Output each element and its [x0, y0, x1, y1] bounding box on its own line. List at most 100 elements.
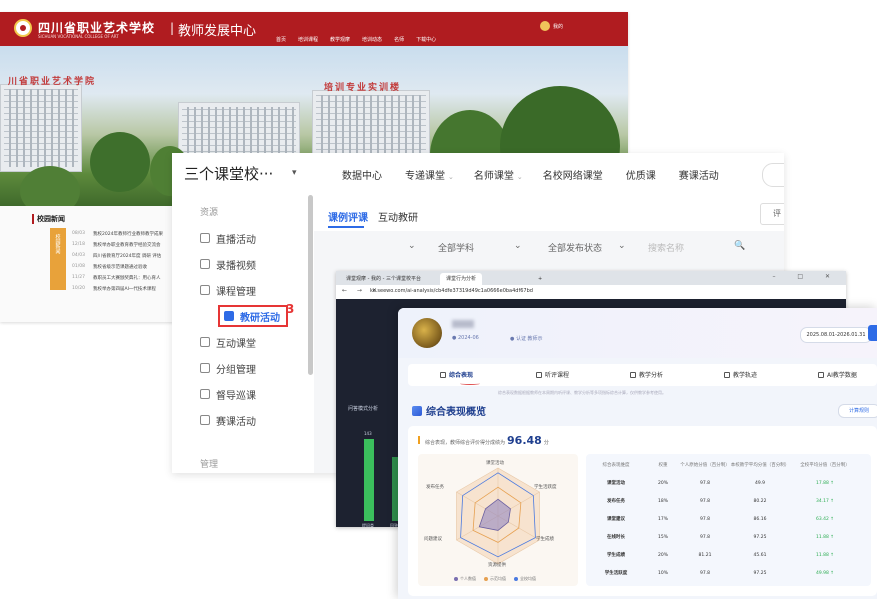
browser-tab-active[interactable]: 课堂行为分析 [440, 273, 483, 285]
table-cell: 课堂活动 [607, 481, 625, 486]
chevron-down-icon[interactable]: ⌄ [618, 241, 626, 251]
tab-label: 听评课程 [545, 372, 570, 379]
sidebar-item-live[interactable]: 直播活动 [200, 229, 256, 247]
date-range-picker[interactable]: 2025.08.01-2026.01.31 [800, 327, 872, 343]
tab-ai-data[interactable]: AI教学数据 [818, 370, 857, 379]
news-text: 我校举办第四届AI一代技术课程 [93, 286, 156, 292]
platform-nav-item[interactable]: 名校网络课堂 [543, 167, 606, 182]
table-cell: 49.9 [754, 480, 766, 486]
platform-nav-item[interactable]: 名师课堂 ⌄ [474, 167, 523, 182]
sidebar-item-interactive[interactable]: 互动课堂 [200, 333, 256, 351]
address-bar: ← → ✕ ke.seewo.com/ai-analysis/cb4dfe373… [336, 285, 846, 300]
table-header-cell: 综合表现维度 [602, 463, 630, 468]
news-item[interactable]: 11/27 教职员工大赛颁奖典礼：用心育人 [72, 272, 182, 283]
news-date: 04/03 [72, 253, 85, 258]
site-nav-item[interactable]: 培训动态 [362, 36, 382, 43]
tab-lesson-review[interactable]: 课例评课 [328, 209, 368, 224]
school-logo-icon[interactable] [14, 19, 32, 37]
tab-overall[interactable]: 综合表现 [440, 370, 473, 379]
evaluate-button[interactable]: 评 [760, 203, 784, 225]
video-icon [200, 259, 210, 269]
section-title-text: 综合表现概览 [426, 407, 486, 418]
site-nav-item[interactable]: 首页 [276, 36, 286, 43]
tab-interactive-research[interactable]: 互动教研 [378, 209, 418, 224]
chevron-down-icon[interactable]: ⌄ [408, 241, 416, 251]
site-nav-item[interactable]: 名师 [394, 36, 404, 43]
news-text: 我校举办职业教育教学经验交流会 [93, 242, 161, 248]
teacher-name-blurred [452, 320, 474, 328]
sidebar-scrollbar[interactable] [308, 195, 313, 375]
window-controls[interactable]: – □ ✕ [772, 273, 840, 280]
table-cell: 97.8 [699, 480, 711, 486]
table-cell: 86.16 [753, 516, 767, 522]
news-date: 11/27 [72, 275, 85, 280]
url-field[interactable]: ke.seewo.com/ai-analysis/cb4dfe37319d49c… [370, 288, 533, 294]
track-icon [724, 371, 730, 378]
legend-item[interactable]: 个人数值 [454, 576, 476, 582]
table-cell: 97.25 [753, 534, 767, 540]
chart-title: 问答模式分析 [348, 406, 379, 412]
platform-nav-item[interactable]: 专递课堂 ⌄ [405, 167, 454, 182]
calc-rule-button[interactable]: 计算规则 [838, 404, 877, 418]
new-tab-icon[interactable]: + [532, 273, 548, 285]
platform-nav-item[interactable]: 赛课活动 [679, 167, 722, 182]
news-text: 我校2024年教师行业教师教学成果 [93, 231, 163, 237]
platform-nav-item[interactable]: 优质课 [626, 167, 659, 182]
news-item[interactable]: 10/20 我校举办第四届AI一代技术课程 [72, 283, 182, 294]
news-item[interactable]: 12/18 我校举办职业教育教学经验交流会 [72, 239, 182, 250]
platform-nav: 数据中心 专递课堂 ⌄ 名师课堂 ⌄ 名校网络课堂 优质课 赛课活动 [342, 167, 722, 182]
search-input[interactable]: 搜索名称 [648, 241, 684, 254]
news-image-label: 校园新闻 [54, 234, 61, 254]
news-text: 我校省级示范课题通过验收 [93, 264, 147, 270]
site-center-name: 教师发展中心 [178, 24, 257, 39]
filter-bar: ⌄ 全部学科 ⌄ 全部发布状态 ⌄ 搜索名称 🔍 [314, 231, 784, 261]
sidebar-item-research[interactable]: 教研活动 [218, 305, 288, 327]
site-nav-item[interactable]: 教学观摩 [330, 36, 350, 43]
chevron-down-icon[interactable]: ⌄ [514, 241, 522, 251]
site-nav-item[interactable]: 培训课程 [298, 36, 318, 43]
radar-axis-label: 资源提供 [488, 563, 506, 568]
tab-analysis[interactable]: 教学分析 [630, 370, 663, 379]
legend-item[interactable]: 全校均值 [514, 576, 536, 582]
search-icon[interactable]: 🔍 [734, 241, 745, 251]
table-header-cell: 全校平均分值（百分制） [800, 463, 850, 468]
platform-nav-item[interactable]: 数据中心 [342, 167, 385, 182]
active-tab-indicator [460, 382, 480, 385]
sidebar-item-course[interactable]: 课程管理 [200, 281, 256, 299]
platform-name[interactable]: 三个课堂校··· [184, 163, 273, 184]
chevron-down-icon[interactable]: ▾ [292, 168, 297, 178]
legend-label: 个人数值 [460, 576, 476, 581]
date-confirm-button[interactable] [868, 325, 877, 341]
score-line: 综合表现，教师综合评价得分成绩为 96.48 分 [418, 434, 549, 447]
report-tabs: 综合表现 听评课程 教学分析 教学轨迹 AI教学数据 [408, 364, 877, 386]
sidebar-item-label: 赛课活动 [216, 416, 256, 428]
sidebar-item-recorded[interactable]: 录播视频 [200, 255, 256, 273]
table-cell: 45.61 [753, 552, 767, 558]
sidebar-item-groups[interactable]: 分组管理 [200, 359, 256, 377]
sidebar-item-label: 录播视频 [216, 260, 256, 272]
sidebar-item-patrol[interactable]: 督导巡课 [200, 385, 256, 403]
subject-filter[interactable]: 全部学科 [438, 241, 474, 254]
site-nav-item[interactable]: 下载中心 [416, 36, 436, 43]
browser-tab[interactable]: 课堂观摩 - 我的 - 三个课堂校平台 [340, 273, 427, 285]
news-item[interactable]: 04/03 四川省教育厅2024年度 调研 评估 [72, 250, 182, 261]
news-text: 四川省教育厅2024年度 调研 评估 [93, 253, 162, 259]
table-cell: 10% [657, 570, 668, 576]
news-feature-image[interactable]: 校园新闻 [50, 228, 66, 290]
radar-axis-label: 发布任务 [426, 485, 444, 490]
news-item[interactable]: 01/08 我校省级示范课题通过验收 [72, 261, 182, 272]
site-user-menu[interactable]: 我的 [540, 21, 563, 31]
status-filter[interactable]: 全部发布状态 [548, 241, 602, 254]
table-cell: 课堂建议 [607, 517, 625, 522]
research-icon [224, 311, 234, 321]
table-header-cell: 本校教学平均分值（百分制） [730, 463, 790, 468]
tab-lessons[interactable]: 听评课程 [536, 370, 569, 379]
news-item[interactable]: 08/03 我校2024年教师行业教师教学成果 [72, 228, 182, 239]
report-icon [440, 371, 446, 378]
sidebar-item-contest[interactable]: 赛课活动 [200, 411, 256, 429]
search-button[interactable] [762, 163, 784, 187]
user-avatar [540, 21, 550, 31]
legend-item[interactable]: 示范均值 [484, 576, 506, 582]
tab-track[interactable]: 教学轨迹 [724, 370, 757, 379]
table-cell: 17.88 ↑ [815, 480, 835, 486]
